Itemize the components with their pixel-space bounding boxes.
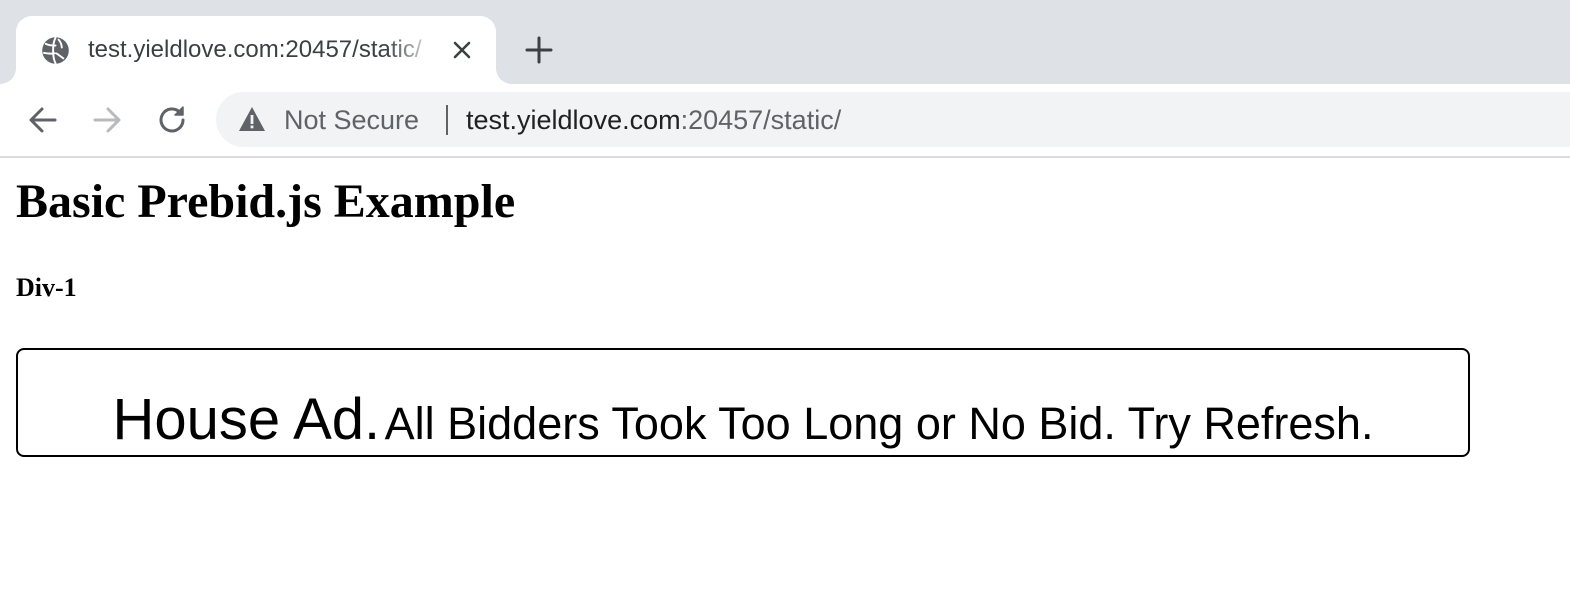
tab-strip: test.yieldlove.com:20457/static/ [0, 0, 1570, 84]
reload-icon[interactable] [154, 102, 190, 138]
arrow-left-icon[interactable] [25, 102, 61, 138]
browser-tab[interactable]: test.yieldlove.com:20457/static/ [16, 16, 496, 84]
url-path: :20457/static/ [680, 105, 842, 135]
close-icon[interactable] [450, 38, 474, 62]
address-bar[interactable]: Not Secure test.yieldlove.com:20457/stat… [216, 92, 1570, 147]
url-host: test.yieldlove.com [466, 105, 681, 135]
browser-chrome: test.yieldlove.com:20457/static/ Not Sec… [0, 0, 1570, 158]
plus-icon[interactable] [524, 35, 554, 65]
arrow-right-icon[interactable] [89, 102, 125, 138]
browser-toolbar: Not Secure test.yieldlove.com:20457/stat… [0, 84, 1570, 158]
div-label: Div-1 [16, 273, 77, 302]
omnibox-divider [446, 105, 448, 135]
warning-triangle-icon[interactable] [238, 106, 266, 132]
tab-title: test.yieldlove.com:20457/static/ [88, 36, 422, 63]
url-text[interactable]: test.yieldlove.com:20457/static/ [466, 103, 841, 137]
ad-headline: House Ad. [112, 387, 381, 452]
page-content: Basic Prebid.js Example Div-1 House Ad. … [0, 158, 1570, 608]
ad-text: House Ad. All Bidders Took Too Long or N… [18, 387, 1468, 455]
ad-slot[interactable]: House Ad. All Bidders Took Too Long or N… [16, 348, 1470, 457]
security-label[interactable]: Not Secure [284, 103, 419, 137]
page-title: Basic Prebid.js Example [16, 175, 516, 228]
globe-icon [42, 36, 69, 65]
ad-message: All Bidders Took Too Long or No Bid. Try… [384, 398, 1374, 449]
